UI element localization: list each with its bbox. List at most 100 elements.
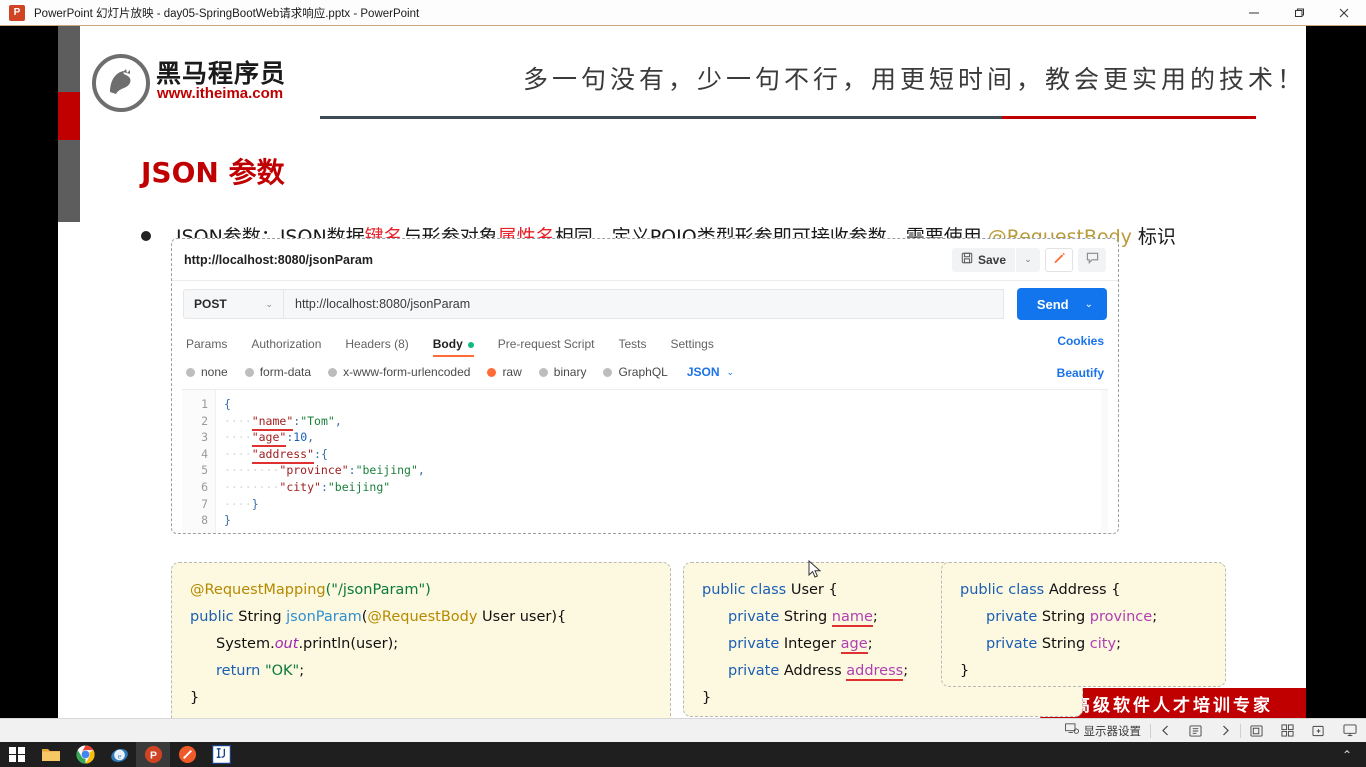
radio-icon	[328, 367, 338, 377]
comment-button[interactable]	[1078, 247, 1106, 272]
grid-view-icon	[1281, 724, 1294, 737]
slide-counter-button[interactable]	[1180, 719, 1211, 743]
bullet-dot-icon	[141, 230, 151, 241]
grid-view-button[interactable]	[1272, 719, 1303, 743]
address-line-1: public class Address {	[960, 582, 1121, 598]
body-type-none[interactable]: none	[186, 365, 228, 379]
code-line-4: ····"address":{	[224, 446, 1108, 464]
request-mapping-path: ("/jsonParam")	[325, 582, 431, 598]
body-type-raw-label: raw	[502, 365, 522, 379]
editor-scrollbar[interactable]	[1101, 390, 1108, 533]
slide-canvas: 黑马程序员 www.itheima.com 多一句没有，少一句不行，用更短时间，…	[58, 26, 1306, 718]
slide-slogan: 多一句没有，少一句不行，用更短时间，教会更实用的技术！	[523, 65, 1306, 94]
next-slide-button[interactable]	[1211, 719, 1240, 743]
code-line-8: }	[224, 513, 231, 528]
body-type-urlencoded[interactable]: x-www-form-urlencoded	[328, 365, 470, 379]
slideshow-area: 黑马程序员 www.itheima.com 多一句没有，少一句不行，用更短时间，…	[0, 26, 1366, 718]
controller-code-box: @RequestMapping("/jsonParam") public Str…	[171, 562, 671, 718]
window-controls	[1231, 0, 1366, 26]
address-line-3: private String city;	[986, 636, 1121, 652]
body-type-raw[interactable]: raw	[487, 365, 522, 379]
body-type-graphql[interactable]: GraphQL	[603, 365, 668, 379]
edit-pencil-button[interactable]	[1045, 247, 1073, 272]
tab-body[interactable]: Body	[432, 337, 474, 357]
tab-settings-label: Settings	[670, 337, 714, 351]
tab-authorization[interactable]: Authorization	[251, 337, 321, 357]
beautify-link[interactable]: Beautify	[1057, 366, 1104, 380]
pencil-icon	[1053, 251, 1066, 269]
slide-left-red-block	[58, 92, 80, 140]
tab-settings[interactable]: Settings	[670, 337, 713, 357]
body-format-select[interactable]: JSON ⌄	[687, 365, 734, 379]
header-divider-red	[1002, 116, 1256, 119]
bullet-seg-7: 标识	[1131, 226, 1176, 248]
pen-tools-button[interactable]	[1241, 719, 1272, 743]
line-number: 4	[201, 446, 208, 461]
powerpoint-status-bar: 显示器设置	[0, 718, 1366, 742]
taskbar-internet-explorer[interactable]: e	[102, 742, 136, 767]
chevron-down-icon: ⌄	[726, 366, 735, 377]
address-class-code-box: public class Address { private String pr…	[941, 562, 1226, 687]
taskbar-google-chrome[interactable]	[68, 742, 102, 767]
start-button[interactable]	[0, 742, 34, 767]
taskbar-intellij-idea[interactable]	[204, 742, 238, 767]
display-settings-label: 显示器设置	[1083, 725, 1142, 738]
restore-button[interactable]	[1276, 0, 1321, 26]
send-dropdown-icon[interactable]: ⌄	[1085, 299, 1107, 310]
powerpoint-icon: P	[144, 745, 162, 764]
close-button[interactable]	[1321, 0, 1366, 26]
line-number: 1	[201, 397, 208, 411]
tab-params[interactable]: Params	[186, 337, 227, 357]
zoom-button[interactable]	[1303, 719, 1334, 743]
body-type-binary[interactable]: binary	[538, 365, 587, 379]
url-input[interactable]: http://localhost:8080/jsonParam	[283, 289, 1004, 319]
save-dropdown-button[interactable]: ⌄	[1016, 247, 1040, 272]
http-method-select[interactable]: POST ⌄	[183, 289, 283, 319]
tab-tests[interactable]: Tests	[618, 337, 646, 357]
send-button[interactable]: Send ⌄	[1016, 288, 1107, 320]
tab-pre-request-script[interactable]: Pre-request Script	[498, 337, 595, 357]
taskbar-powerpoint[interactable]: P	[136, 742, 170, 767]
body-modified-dot-icon	[467, 341, 474, 348]
code-line-6: ········"city":"beijing"	[224, 479, 391, 494]
radio-icon	[538, 367, 548, 377]
windows-logo-icon	[9, 746, 25, 763]
radio-icon-selected	[487, 367, 497, 377]
minimize-button[interactable]	[1231, 0, 1276, 26]
save-button[interactable]: Save	[951, 247, 1015, 272]
body-type-form-data[interactable]: form-data	[244, 365, 311, 379]
body-type-none-label: none	[201, 365, 228, 379]
save-label: Save	[977, 252, 1006, 267]
previous-slide-button[interactable]	[1151, 719, 1180, 743]
tab-tests-label: Tests	[618, 337, 647, 351]
mouse-cursor-icon	[808, 559, 822, 580]
taskbar-file-explorer[interactable]	[34, 742, 68, 767]
chevron-down-icon: ⌄	[265, 298, 273, 309]
presenter-view-button[interactable]	[1334, 719, 1366, 743]
tab-headers[interactable]: Headers (8)	[345, 337, 408, 357]
request-tab-name[interactable]: http://localhost:8080/jsonParam	[184, 253, 373, 267]
tab-body-label: Body	[432, 337, 463, 351]
http-method-value: POST	[194, 297, 227, 311]
json-body-editor[interactable]: 1 2 3 4 5 6 7 8 { ····"name":"Tom", ····…	[182, 389, 1108, 533]
taskbar-app-orange[interactable]	[170, 742, 204, 767]
radio-icon	[244, 367, 254, 377]
display-settings-button[interactable]: 显示器设置	[1056, 719, 1151, 743]
cookies-link[interactable]: Cookies	[1057, 334, 1104, 348]
line-number: 8	[201, 513, 208, 528]
body-type-binary-label: binary	[553, 365, 587, 379]
pen-tools-icon	[1250, 724, 1263, 737]
radio-icon	[603, 367, 613, 377]
controller-line-4: return "OK";	[216, 663, 305, 679]
ie-icon: e	[110, 748, 128, 762]
page-title: JSON 参数	[141, 156, 285, 189]
editor-line-numbers: 1 2 3 4 5 6 7 8	[182, 390, 216, 533]
request-url-row: POST ⌄ http://localhost:8080/jsonParam S…	[172, 281, 1118, 327]
show-hidden-icons-button[interactable]: ⌃	[1334, 748, 1360, 762]
comment-icon	[1086, 251, 1099, 269]
postman-tab-bar: http://localhost:8080/jsonParam Save ⌄	[172, 239, 1118, 281]
presenter-view-icon	[1343, 724, 1357, 737]
address-line-2: private String province;	[986, 609, 1158, 625]
powerpoint-icon: P	[9, 4, 25, 21]
editor-code-area[interactable]: { ····"name":"Tom", ····"age":10, ····"a…	[216, 390, 1108, 533]
